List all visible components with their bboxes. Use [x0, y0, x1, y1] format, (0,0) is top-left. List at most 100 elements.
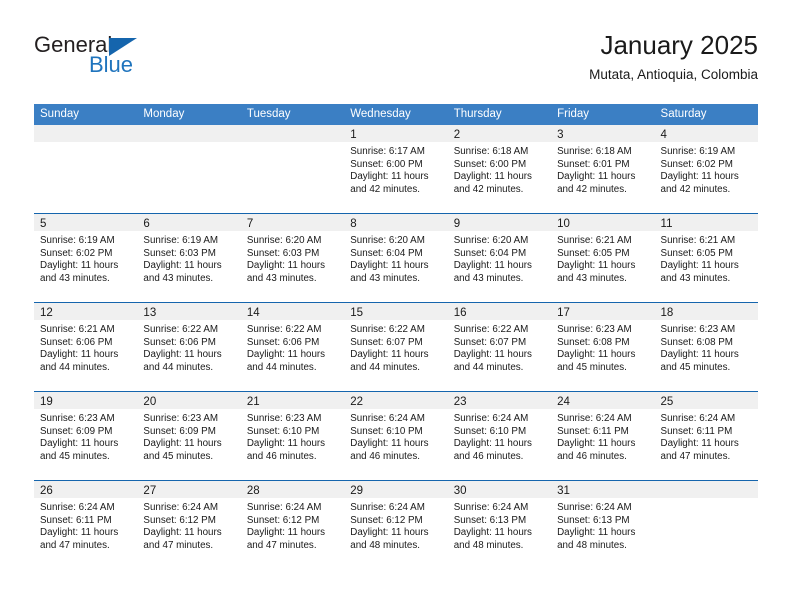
day-cell-body: Sunrise: 6:24 AM Sunset: 6:11 PM Dayligh…	[551, 409, 654, 463]
day-cell[interactable]: 15 Sunrise: 6:22 AM Sunset: 6:07 PM Dayl…	[344, 303, 448, 391]
sunrise-text: Sunrise: 6:24 AM	[246, 502, 322, 513]
sunset-text: Sunset: 6:08 PM	[660, 336, 733, 348]
day-number: 8	[350, 218, 357, 230]
daylight-text-line1: Daylight: 11 hours	[660, 171, 739, 183]
day-cell[interactable]: 20 Sunrise: 6:23 AM Sunset: 6:09 PM Dayl…	[137, 392, 241, 480]
day-cell[interactable]: 21 Sunrise: 6:23 AM Sunset: 6:10 PM Dayl…	[240, 392, 345, 480]
day-cell-body: Sunrise: 6:23 AM Sunset: 6:08 PM Dayligh…	[655, 320, 758, 374]
day-cell-body: Sunrise: 6:24 AM Sunset: 6:11 PM Dayligh…	[34, 498, 137, 552]
daylight-text-line2: and 42 minutes.	[660, 183, 731, 195]
day-cell-body: Sunrise: 6:23 AM Sunset: 6:09 PM Dayligh…	[34, 409, 137, 463]
day-cell[interactable]	[34, 125, 138, 213]
day-number: 28	[246, 485, 260, 497]
day-cell-body: Sunrise: 6:20 AM Sunset: 6:04 PM Dayligh…	[448, 231, 551, 285]
day-cell[interactable]: 23 Sunrise: 6:24 AM Sunset: 6:10 PM Dayl…	[447, 392, 552, 480]
daylight-text-line2: and 45 minutes.	[143, 450, 214, 462]
daylight-text-line2: and 47 minutes.	[246, 539, 317, 551]
sunrise-text: Sunrise: 6:20 AM	[453, 235, 529, 246]
day-cell-body: Sunrise: 6:19 AM Sunset: 6:02 PM Dayligh…	[655, 142, 758, 196]
day-cell[interactable]: 30 Sunrise: 6:24 AM Sunset: 6:13 PM Dayl…	[447, 481, 552, 569]
day-number-band: 8	[344, 214, 448, 231]
daylight-text-line2: and 46 minutes.	[350, 450, 420, 462]
day-number-band: 19	[34, 392, 138, 409]
day-number-band: 9	[447, 214, 552, 231]
daylight-text-line2: and 45 minutes.	[660, 361, 731, 373]
day-number: 21	[246, 396, 260, 408]
day-cell[interactable]: 8 Sunrise: 6:20 AM Sunset: 6:04 PM Dayli…	[344, 214, 448, 302]
day-cell[interactable]: 27 Sunrise: 6:24 AM Sunset: 6:12 PM Dayl…	[137, 481, 241, 569]
day-cell-body: Sunrise: 6:24 AM Sunset: 6:10 PM Dayligh…	[448, 409, 551, 463]
day-cell[interactable]: 4 Sunrise: 6:19 AM Sunset: 6:02 PM Dayli…	[654, 125, 758, 213]
day-number-band: 31	[551, 481, 655, 498]
weekday-header-wednesday: Wednesday	[350, 108, 411, 120]
day-cell-body: Sunrise: 6:24 AM Sunset: 6:11 PM Dayligh…	[655, 409, 758, 463]
sunset-text: Sunset: 6:06 PM	[143, 336, 216, 348]
day-cell[interactable]: 18 Sunrise: 6:23 AM Sunset: 6:08 PM Dayl…	[654, 303, 758, 391]
sunset-text: Sunset: 6:09 PM	[40, 425, 113, 437]
day-cell[interactable]: 5 Sunrise: 6:19 AM Sunset: 6:02 PM Dayli…	[34, 214, 138, 302]
day-cell[interactable]: 29 Sunrise: 6:24 AM Sunset: 6:12 PM Dayl…	[344, 481, 448, 569]
daylight-text-line2: and 43 minutes.	[350, 272, 420, 284]
day-cell[interactable]: 22 Sunrise: 6:24 AM Sunset: 6:10 PM Dayl…	[344, 392, 448, 480]
day-cell-body: Sunrise: 6:20 AM Sunset: 6:03 PM Dayligh…	[241, 231, 344, 285]
day-cell-body	[655, 498, 758, 502]
day-cell[interactable]: 26 Sunrise: 6:24 AM Sunset: 6:11 PM Dayl…	[34, 481, 138, 569]
day-cell[interactable]: 7 Sunrise: 6:20 AM Sunset: 6:03 PM Dayli…	[240, 214, 345, 302]
sunrise-text: Sunrise: 6:24 AM	[453, 413, 529, 424]
weekday-header-saturday: Saturday	[660, 108, 707, 120]
sunrise-text: Sunrise: 6:23 AM	[246, 413, 322, 424]
general-blue-logo[interactable]: General Blue	[34, 32, 234, 90]
day-cell-body: Sunrise: 6:21 AM Sunset: 6:06 PM Dayligh…	[34, 320, 137, 374]
day-cell[interactable]: 16 Sunrise: 6:22 AM Sunset: 6:07 PM Dayl…	[447, 303, 552, 391]
daylight-text-line2: and 46 minutes.	[557, 450, 627, 462]
day-cell[interactable]: 1 Sunrise: 6:17 AM Sunset: 6:00 PM Dayli…	[344, 125, 448, 213]
day-cell-body: Sunrise: 6:23 AM Sunset: 6:10 PM Dayligh…	[241, 409, 344, 463]
day-number-band: 23	[447, 392, 552, 409]
day-cell-body: Sunrise: 6:17 AM Sunset: 6:00 PM Dayligh…	[344, 142, 447, 196]
day-cell[interactable]: 19 Sunrise: 6:23 AM Sunset: 6:09 PM Dayl…	[34, 392, 138, 480]
calendar-week-row: 12 Sunrise: 6:21 AM Sunset: 6:06 PM Dayl…	[34, 302, 758, 391]
day-cell[interactable]: 9 Sunrise: 6:20 AM Sunset: 6:04 PM Dayli…	[447, 214, 552, 302]
day-cell[interactable]: 11 Sunrise: 6:21 AM Sunset: 6:05 PM Dayl…	[654, 214, 758, 302]
day-cell[interactable]: 10 Sunrise: 6:21 AM Sunset: 6:05 PM Dayl…	[551, 214, 655, 302]
day-cell-body: Sunrise: 6:20 AM Sunset: 6:04 PM Dayligh…	[344, 231, 447, 285]
day-number: 18	[660, 307, 674, 319]
sunrise-text: Sunrise: 6:19 AM	[660, 146, 736, 157]
daylight-text-line1: Daylight: 11 hours	[350, 527, 429, 539]
day-number: 30	[453, 485, 467, 497]
daylight-text-line2: and 43 minutes.	[40, 272, 110, 284]
calendar-week-row: 26 Sunrise: 6:24 AM Sunset: 6:11 PM Dayl…	[34, 480, 758, 569]
day-cell[interactable]: 2 Sunrise: 6:18 AM Sunset: 6:00 PM Dayli…	[447, 125, 552, 213]
day-number-band: 17	[551, 303, 655, 320]
day-number-band: 29	[344, 481, 448, 498]
day-cell[interactable]	[137, 125, 241, 213]
day-cell-body	[137, 142, 240, 146]
day-number-band	[34, 125, 138, 142]
calendar-week-row: 19 Sunrise: 6:23 AM Sunset: 6:09 PM Dayl…	[34, 391, 758, 480]
sunrise-text: Sunrise: 6:19 AM	[40, 235, 115, 246]
day-number-band: 16	[447, 303, 552, 320]
day-cell[interactable]: 6 Sunrise: 6:19 AM Sunset: 6:03 PM Dayli…	[137, 214, 241, 302]
daylight-text-line1: Daylight: 11 hours	[557, 349, 636, 361]
day-cell[interactable]: 14 Sunrise: 6:22 AM Sunset: 6:06 PM Dayl…	[240, 303, 345, 391]
day-number-band: 24	[551, 392, 655, 409]
day-cell[interactable]	[654, 481, 758, 569]
day-cell[interactable]: 3 Sunrise: 6:18 AM Sunset: 6:01 PM Dayli…	[551, 125, 655, 213]
day-cell[interactable]: 31 Sunrise: 6:24 AM Sunset: 6:13 PM Dayl…	[551, 481, 655, 569]
sunset-text: Sunset: 6:02 PM	[660, 158, 733, 170]
day-number: 10	[557, 218, 570, 230]
day-cell[interactable]: 13 Sunrise: 6:22 AM Sunset: 6:06 PM Dayl…	[137, 303, 241, 391]
day-cell[interactable]: 25 Sunrise: 6:24 AM Sunset: 6:11 PM Dayl…	[654, 392, 758, 480]
day-cell[interactable]: 17 Sunrise: 6:23 AM Sunset: 6:08 PM Dayl…	[551, 303, 655, 391]
day-number-band	[240, 125, 345, 142]
day-cell[interactable]	[240, 125, 345, 213]
day-number: 3	[557, 129, 564, 141]
sunrise-text: Sunrise: 6:20 AM	[350, 235, 425, 246]
day-cell[interactable]: 28 Sunrise: 6:24 AM Sunset: 6:12 PM Dayl…	[240, 481, 345, 569]
sunset-text: Sunset: 6:01 PM	[557, 158, 630, 170]
day-cell[interactable]: 24 Sunrise: 6:24 AM Sunset: 6:11 PM Dayl…	[551, 392, 655, 480]
day-number: 13	[143, 307, 157, 319]
day-cell[interactable]: 12 Sunrise: 6:21 AM Sunset: 6:06 PM Dayl…	[34, 303, 138, 391]
sunrise-text: Sunrise: 6:24 AM	[143, 502, 219, 513]
weekday-header-friday: Friday	[557, 108, 590, 120]
